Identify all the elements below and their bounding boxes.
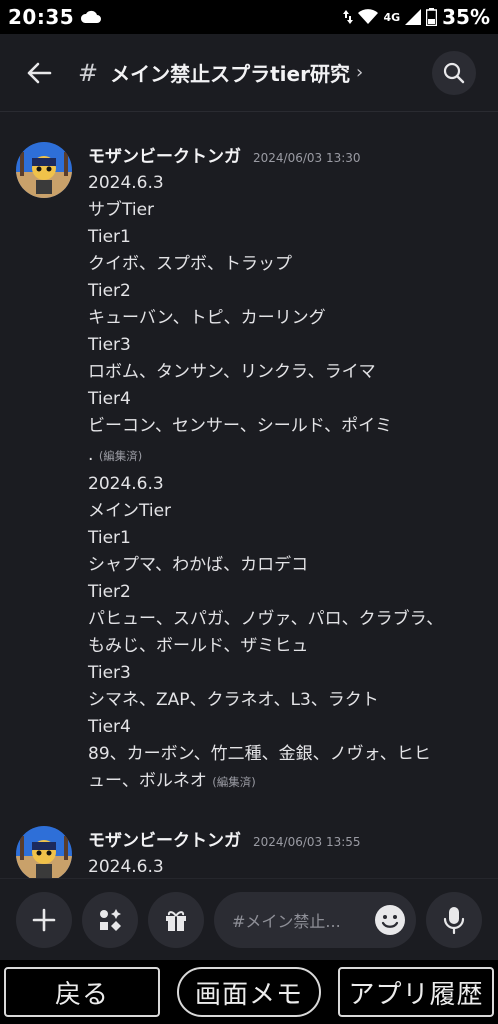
avatar-image (16, 826, 72, 878)
message-body: 2024.6.3 振り (88, 854, 484, 878)
message-line: ビーコン、センサー、シールド、ポイミ (88, 416, 393, 436)
microphone-button[interactable] (426, 891, 482, 948)
message-line: もみじ、ボールド、ザミヒュ (88, 636, 309, 656)
message-line: 2024.6.3 (88, 474, 164, 494)
message-line: キューバン、トピ、カーリング (88, 308, 326, 328)
edited-label: (編集済) (98, 449, 143, 463)
message-line: Tier1 (88, 227, 131, 247)
wifi-icon (358, 9, 379, 24)
status-indicators: 4G 35% (343, 5, 490, 29)
message-line: Tier2 (88, 281, 131, 301)
message-line: ロボム、タンサン、リンクラ、ライマ (88, 362, 376, 382)
apps-icon (100, 908, 121, 931)
message-line-text: ュー、ボルネオ (88, 771, 207, 791)
add-button[interactable] (16, 891, 72, 948)
gift-button[interactable] (148, 891, 204, 948)
search-icon (443, 62, 465, 83)
message-line: シマネ、ZAP、クラネオ、L3、ラクト (88, 690, 379, 710)
cloud-icon (81, 10, 102, 23)
message-header: モザンビークトンガ 2024/06/03 13:30 (88, 142, 484, 170)
emoji-icon[interactable] (374, 904, 406, 936)
search-button[interactable] (432, 50, 476, 95)
screen-memo-button[interactable]: 画面メモ (177, 967, 321, 1017)
message[interactable]: モザンビークトンガ 2024/06/03 13:55 2024.6.3 振り (0, 826, 498, 878)
app-history-button[interactable]: アプリ履歴 (338, 967, 494, 1017)
battery-icon (426, 8, 438, 26)
message-input[interactable]: #メイン禁止... (214, 891, 416, 948)
channel-hash-icon: # (78, 58, 99, 87)
plus-icon (32, 908, 56, 931)
microphone-icon (443, 906, 465, 934)
message-line: 2024.6.3 (88, 173, 164, 193)
author-name[interactable]: モザンビークトンガ (88, 142, 241, 167)
avatar[interactable] (16, 142, 72, 198)
message-line: 2024.6.3 (88, 857, 164, 877)
data-arrows-icon (343, 10, 354, 24)
network-type: 4G (383, 10, 401, 24)
message-line: ュー、ボルネオ (編集済) (88, 768, 484, 796)
battery-percent: 35% (442, 5, 490, 29)
chevron-right-icon[interactable]: › (356, 62, 363, 83)
arrow-left-icon (27, 62, 52, 83)
system-nav-bar: 戻る 画面メモ アプリ履歴 (0, 960, 498, 1024)
message-line: Tier4 (88, 717, 131, 737)
signal-icon (405, 9, 422, 25)
message-line: メインTier (88, 501, 172, 521)
message-line: パヒュー、スパガ、ノヴァ、パロ、クラブラ、 (88, 609, 444, 629)
author-name[interactable]: モザンビークトンガ (88, 826, 241, 851)
timestamp: 2024/06/03 13:30 (253, 151, 361, 165)
message-line: Tier3 (88, 663, 131, 683)
message-line: Tier4 (88, 389, 131, 409)
message-body: 2024.6.3 サブTier Tier1 クイボ、スプボ、トラップ Tier2… (88, 170, 484, 467)
message-dot: . (88, 445, 94, 465)
message-line: Tier1 (88, 528, 131, 548)
message-header: モザンビークトンガ 2024/06/03 13:55 (88, 826, 484, 854)
message-list[interactable]: モザンビークトンガ 2024/06/03 13:30 2024.6.3 サブTi… (0, 112, 498, 878)
gift-icon (166, 910, 186, 931)
avatar[interactable] (16, 826, 72, 878)
back-button[interactable] (22, 56, 56, 90)
message-line: クイボ、スプボ、トラップ (88, 254, 292, 274)
edited-line: . (編集済) (88, 444, 484, 467)
message-input-placeholder[interactable]: #メイン禁止... (232, 908, 374, 932)
message-line: Tier3 (88, 335, 131, 355)
system-back-button[interactable]: 戻る (4, 967, 160, 1017)
avatar-image (16, 142, 72, 198)
timestamp: 2024/06/03 13:55 (253, 835, 361, 849)
channel-header: # メイン禁止スプラtier研究 › (0, 34, 498, 112)
message[interactable]: モザンビークトンガ 2024/06/03 13:30 2024.6.3 サブTi… (0, 142, 498, 796)
message-composer: #メイン禁止... (0, 878, 498, 960)
status-bar: 20:35 4G 35% (0, 0, 498, 34)
message-line: 89、カーボン、竹二種、金銀、ノヴォ、ヒヒ (88, 744, 431, 764)
message-line: Tier2 (88, 582, 131, 602)
message-line: サブTier (88, 200, 155, 220)
edited-label: (編集済) (212, 775, 256, 789)
message-line: シャプマ、わかば、カロデコ (88, 555, 309, 575)
apps-button[interactable] (82, 891, 138, 948)
channel-title[interactable]: メイン禁止スプラtier研究 (110, 58, 350, 87)
status-time: 20:35 (8, 5, 75, 29)
message-body: 2024.6.3 メインTier Tier1 シャプマ、わかば、カロデコ Tie… (88, 471, 484, 796)
